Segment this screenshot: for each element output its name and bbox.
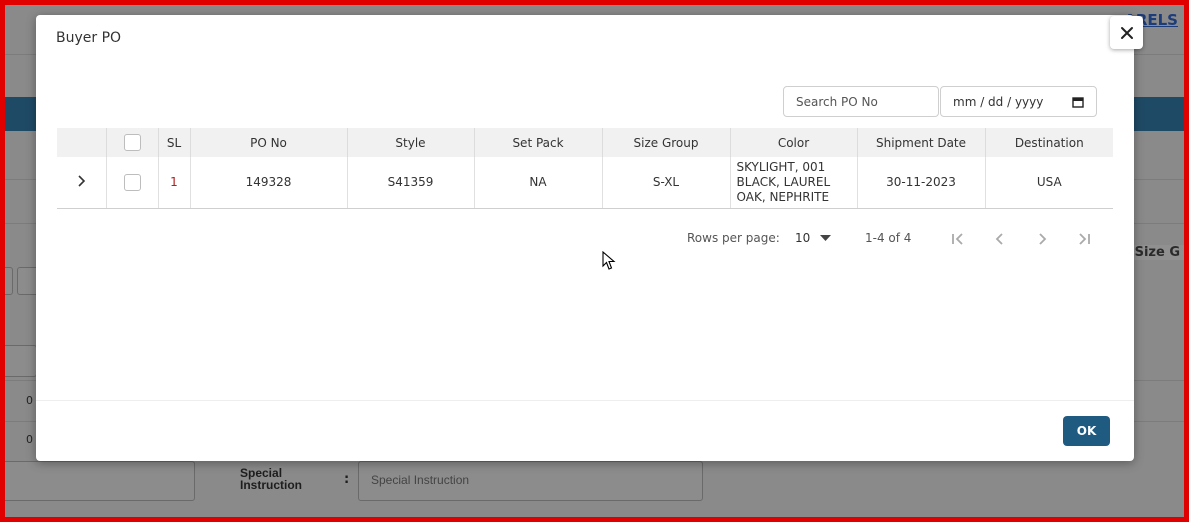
mouse-cursor-icon — [602, 251, 616, 270]
modal-title: Buyer PO — [56, 30, 122, 46]
pagination: Rows per page: 10 1-4 of 4 — [36, 229, 1134, 249]
row-checkbox[interactable] — [123, 173, 141, 191]
last-page-button[interactable] — [1074, 229, 1094, 249]
cell-size-group: S-XL — [602, 157, 731, 209]
special-instruction-label: Special Instruction — [240, 466, 302, 492]
shipment-date-filter[interactable]: mm / dd / yyyy — [940, 86, 1097, 117]
cell-sl: 1 — [158, 157, 191, 209]
prev-page-button[interactable] — [990, 229, 1010, 249]
label-colon: : — [344, 472, 350, 487]
bg-row-value: 0 — [26, 394, 33, 407]
first-page-button[interactable] — [948, 229, 968, 249]
first-page-icon — [952, 233, 963, 245]
bg-date-field — [5, 345, 37, 377]
cell-po-no: 149328 — [190, 157, 348, 209]
caret-down-icon — [820, 235, 831, 241]
cell-set-pack: NA — [474, 157, 603, 209]
search-po-input[interactable] — [783, 86, 939, 117]
next-page-button[interactable] — [1032, 229, 1052, 249]
bg-column-header: Size G — [1130, 245, 1184, 260]
bg-row-value: 0 — [26, 433, 33, 446]
column-header-style[interactable]: Style — [347, 128, 475, 157]
select-cell[interactable] — [106, 157, 159, 209]
chevron-right-icon[interactable] — [76, 175, 86, 187]
cell-shipment-date: 30-11-2023 — [857, 157, 986, 209]
chevron-left-icon — [995, 233, 1003, 245]
cell-style: S41359 — [347, 157, 475, 209]
ok-button[interactable]: OK — [1063, 416, 1110, 446]
column-header-size-group[interactable]: Size Group — [602, 128, 731, 157]
column-header-destination[interactable]: Destination — [985, 128, 1113, 157]
chevron-right-icon — [1039, 233, 1047, 245]
column-header-po-no[interactable]: PO No — [190, 128, 348, 157]
column-header-set-pack[interactable]: Set Pack — [474, 128, 603, 157]
column-header-sl[interactable]: SL — [158, 128, 191, 157]
close-button[interactable] — [1110, 16, 1143, 49]
footer-divider — [36, 400, 1134, 401]
expand-cell[interactable] — [57, 157, 107, 209]
select-all-checkbox[interactable] — [123, 134, 141, 151]
pagination-range: 1-4 of 4 — [865, 231, 912, 245]
select-all-header — [106, 128, 159, 157]
special-instruction-placeholder: Special Instruction — [371, 473, 470, 487]
rows-per-page-label: Rows per page: — [687, 231, 780, 245]
buyer-po-modal: Buyer PO mm / dd / yyyy SL PO No Style S… — [36, 15, 1134, 461]
cell-color: SKYLIGHT, 001 BLACK, LAUREL OAK, NEPHRIT… — [730, 157, 858, 209]
rows-per-page-select[interactable]: 10 — [795, 229, 835, 249]
calendar-icon[interactable] — [1072, 96, 1084, 108]
date-placeholder: mm / dd / yyyy — [953, 94, 1044, 109]
close-icon — [1120, 26, 1133, 39]
table-header-row: SL PO No Style Set Pack Size Group Color… — [57, 128, 1113, 157]
buyer-po-table: SL PO No Style Set Pack Size Group Color… — [57, 128, 1113, 209]
column-header-color[interactable]: Color — [730, 128, 858, 157]
expand-header — [57, 128, 107, 157]
cell-destination: USA — [985, 157, 1113, 209]
table-row[interactable]: 1 149328 S41359 NA S-XL SKYLIGHT, 001 BL… — [57, 157, 1113, 209]
rows-per-page-value: 10 — [795, 231, 811, 245]
column-header-shipment-date[interactable]: Shipment Date — [857, 128, 986, 157]
bg-textarea — [5, 461, 195, 501]
last-page-icon — [1079, 233, 1090, 245]
bg-field — [5, 267, 13, 295]
